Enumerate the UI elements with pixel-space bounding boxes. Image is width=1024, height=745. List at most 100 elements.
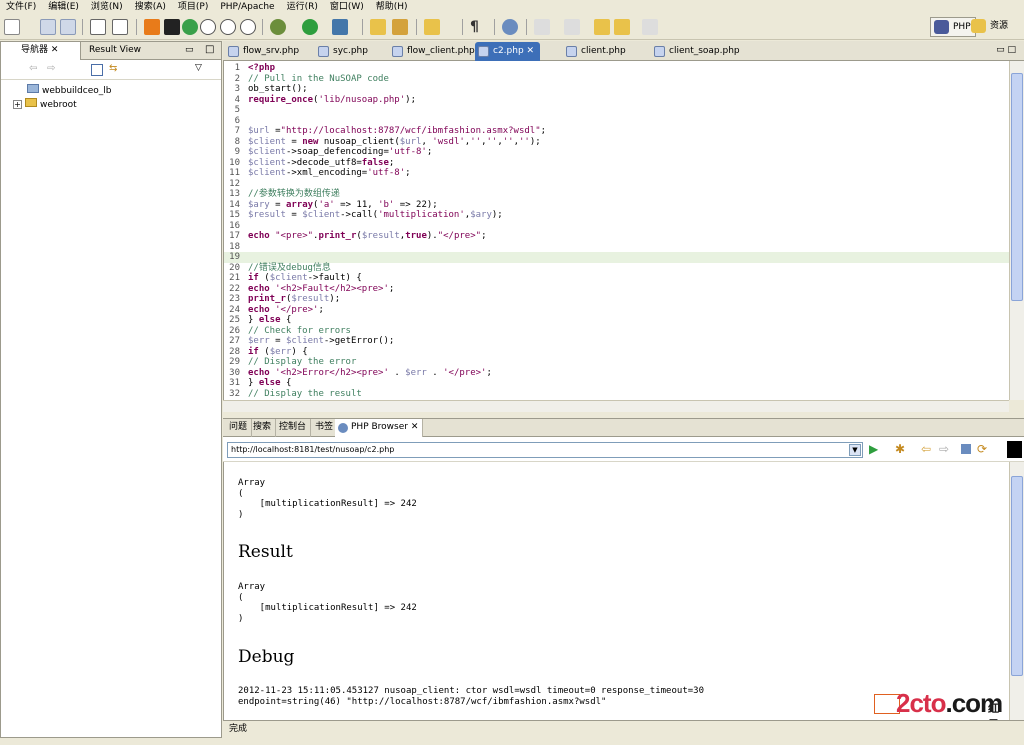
html-tidy-icon[interactable] xyxy=(90,19,106,35)
code-line[interactable]: 31} else { xyxy=(224,378,1009,389)
close-icon[interactable]: ✕ xyxy=(51,45,59,55)
code-line[interactable]: 12 xyxy=(224,179,1009,190)
code-line[interactable]: 27 $err = $client->getError(); xyxy=(224,336,1009,347)
run-icon[interactable] xyxy=(302,19,318,35)
code-line[interactable]: 11 $client->xml_encoding='utf-8'; xyxy=(224,168,1009,179)
menu-item-6[interactable]: 运行(R) xyxy=(281,0,324,14)
url-input[interactable]: http://localhost:8181/test/nusoap/c2.php xyxy=(227,442,863,458)
nav-back-icon[interactable]: ⇦ xyxy=(29,63,37,74)
step-icon[interactable] xyxy=(200,19,216,35)
code-line[interactable]: 18 xyxy=(224,242,1009,253)
bottom-tab-3[interactable]: 书签 xyxy=(311,419,339,437)
bottom-tab-0[interactable]: 问题 xyxy=(225,419,253,437)
bottom-tab-1[interactable]: 搜索 xyxy=(249,419,277,437)
code-line[interactable]: 16 xyxy=(224,221,1009,232)
nav-forward-icon[interactable]: ⇨ xyxy=(47,63,55,74)
editor-tab-3[interactable]: c2.php ✕ xyxy=(475,42,541,61)
code-line[interactable]: 20 //错误及debug信息 xyxy=(224,263,1009,274)
close-icon[interactable]: ✕ xyxy=(524,46,535,56)
maximize-icon[interactable]: □ xyxy=(205,44,214,55)
next-annotation-icon[interactable] xyxy=(534,19,550,35)
code-line[interactable]: 24 echo '</pre>'; xyxy=(224,305,1009,316)
menu-item-0[interactable]: 文件(F) xyxy=(0,0,42,14)
code-line[interactable]: 22 echo '<h2>Fault</h2><pre>'; xyxy=(224,284,1009,295)
stop-icon[interactable] xyxy=(961,444,971,454)
code-line[interactable]: 21 if ($client->fault) { xyxy=(224,273,1009,284)
debug-icon[interactable] xyxy=(270,19,286,35)
menu-item-8[interactable]: 帮助(H) xyxy=(370,0,414,14)
code-line[interactable]: 14 $ary = array('a' => 11, 'b' => 22); xyxy=(224,200,1009,211)
code-line[interactable]: 4 require_once('lib/nusoap.php'); xyxy=(224,95,1009,106)
editor-window-controls[interactable]: ▭ □ xyxy=(996,45,1016,55)
refresh-icon[interactable]: ⟳ xyxy=(977,442,987,456)
code-line[interactable]: 5 xyxy=(224,105,1009,116)
code-line[interactable]: 26 // Check for errors xyxy=(224,326,1009,337)
menu-item-1[interactable]: 编辑(E) xyxy=(42,0,85,14)
code-line[interactable]: 6 xyxy=(224,116,1009,127)
step-return-icon[interactable] xyxy=(240,19,256,35)
prev-annotation-icon[interactable] xyxy=(564,19,580,35)
code-line[interactable]: 3 ob_start(); xyxy=(224,84,1009,95)
scroll-thumb[interactable] xyxy=(1011,476,1023,676)
forward-icon[interactable] xyxy=(642,19,658,35)
link-editor-icon[interactable]: ⇆ xyxy=(109,63,117,74)
code-line[interactable]: 25} else { xyxy=(224,315,1009,326)
code-line[interactable]: 8 $client = new nusoap_client($url, 'wsdl… xyxy=(224,137,1009,148)
browser-back-icon[interactable]: ⇦ xyxy=(921,442,931,456)
menu-item-7[interactable]: 窗口(W) xyxy=(324,0,370,14)
globe-icon[interactable] xyxy=(502,19,518,35)
editor-tab-0[interactable]: flow_srv.php xyxy=(225,42,299,61)
html-tidy-all-icon[interactable] xyxy=(112,19,128,35)
open-folder-icon[interactable] xyxy=(370,19,386,35)
back-icon[interactable] xyxy=(614,19,630,35)
code-line[interactable]: 1 <?php xyxy=(224,63,1009,74)
tab-result-view[interactable]: Result View xyxy=(83,42,147,60)
dialog-icon[interactable] xyxy=(144,19,160,35)
new-icon[interactable] xyxy=(4,19,20,35)
code-line[interactable]: 15 $result = $client->call('multiplicatio… xyxy=(224,210,1009,221)
bottom-tab-2[interactable]: 控制台 xyxy=(275,419,312,437)
step-over-icon[interactable] xyxy=(220,19,236,35)
collapse-all-icon[interactable] xyxy=(91,64,103,76)
paragraph-icon[interactable]: ¶ xyxy=(470,19,486,35)
view-menu-icon[interactable]: ▽ xyxy=(195,63,202,73)
code-line[interactable]: 7 $url ="http://localhost:8787/wcf/ibmfas… xyxy=(224,126,1009,137)
bookmark-icon[interactable]: ✱ xyxy=(895,442,905,456)
code-line[interactable]: 17 echo "<pre>".print_r($result,true)."</… xyxy=(224,231,1009,242)
menu-item-2[interactable]: 浏览(N) xyxy=(85,0,129,14)
code-line[interactable]: 28 if ($err) { xyxy=(224,347,1009,358)
editor-tab-4[interactable]: client.php xyxy=(563,42,626,61)
folder-icon[interactable] xyxy=(424,19,440,35)
bottom-tab-4[interactable]: PHP Browser ✕ xyxy=(335,419,424,437)
code-line[interactable]: 29 // Display the error xyxy=(224,357,1009,368)
sql-icon[interactable] xyxy=(182,19,198,35)
stop-icon[interactable] xyxy=(164,19,180,35)
browser-forward-icon[interactable]: ⇨ xyxy=(939,442,949,456)
code-line[interactable]: 9 $client->soap_defencoding='utf-8'; xyxy=(224,147,1009,158)
go-icon[interactable]: ▶ xyxy=(869,442,878,456)
minimize-icon[interactable]: ▭ xyxy=(185,45,194,55)
tree-item-webroot[interactable]: + webroot xyxy=(13,98,77,112)
menu-item-4[interactable]: 项目(P) xyxy=(172,0,214,14)
save-all-icon[interactable] xyxy=(60,19,76,35)
editor-tab-2[interactable]: flow_client.php xyxy=(389,42,475,61)
code-line[interactable]: 2 // Pull in the NuSOAP code xyxy=(224,74,1009,85)
tree-item-webbuildceo[interactable]: webbuildceo_lb xyxy=(27,84,111,98)
code-editor[interactable]: 1 <?php 2 // Pull in the NuSOAP code 3 ob_sta… xyxy=(223,61,1009,400)
expand-icon[interactable]: + xyxy=(13,100,22,109)
scroll-thumb[interactable] xyxy=(1011,73,1023,301)
code-line[interactable]: 13 //参数转换为数组传递 xyxy=(224,189,1009,200)
url-dropdown-icon[interactable]: ▼ xyxy=(849,444,861,456)
wand-icon[interactable] xyxy=(392,19,408,35)
last-edit-icon[interactable] xyxy=(594,19,610,35)
close-icon[interactable]: ✕ xyxy=(408,422,419,432)
view-menu-box[interactable] xyxy=(1007,441,1022,458)
menu-item-5[interactable]: PHP/Apache xyxy=(214,0,280,14)
browser-vertical-scrollbar[interactable] xyxy=(1009,462,1024,720)
code-line[interactable]: 32 // Display the result xyxy=(224,389,1009,400)
save-icon[interactable] xyxy=(40,19,56,35)
external-tools-icon[interactable] xyxy=(332,19,348,35)
editor-tab-1[interactable]: syc.php xyxy=(315,42,368,61)
tab-navigator[interactable]: 导航器 ✕ xyxy=(1,42,81,60)
code-line[interactable]: 19 xyxy=(224,252,1009,263)
